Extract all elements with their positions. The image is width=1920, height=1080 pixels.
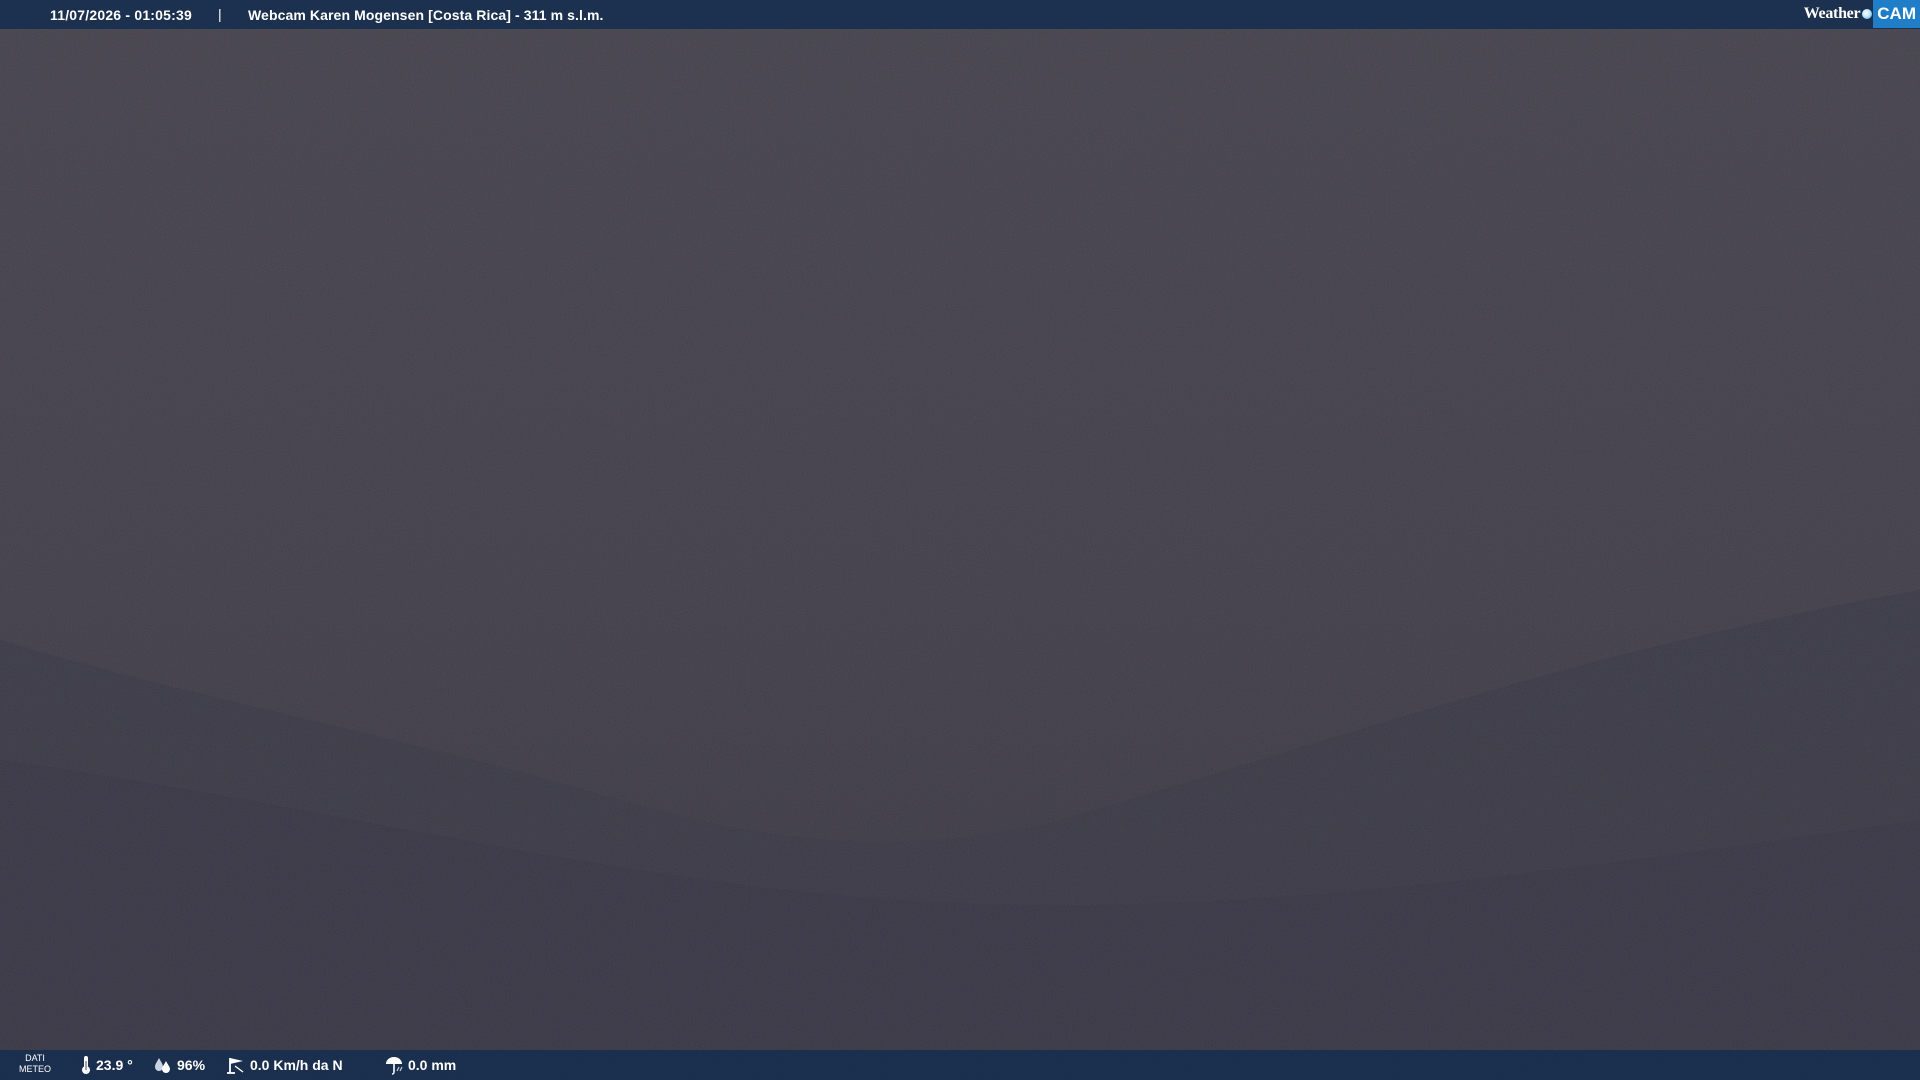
logo-weather-text: Weather bbox=[1803, 5, 1861, 22]
thermometer-icon bbox=[82, 1056, 90, 1074]
rain-value: 0.0 mm bbox=[408, 1057, 457, 1073]
temperature-value: 23.9 ° bbox=[96, 1057, 133, 1073]
rain-gauge-icon bbox=[386, 1057, 403, 1075]
wind-reading: 0.0 Km/h da N bbox=[226, 1050, 343, 1080]
meteo-line: METEO bbox=[18, 1064, 51, 1074]
weather-data-bar: DATI METEO 23.9 ° 96% 0.0 Km/h da N 0.0 … bbox=[0, 1050, 1920, 1080]
temperature-reading: 23.9 ° bbox=[80, 1050, 133, 1080]
logo-cam-text: CAM bbox=[1873, 0, 1920, 28]
wind-vane-icon bbox=[227, 1058, 244, 1074]
dati-meteo-label: DATI METEO bbox=[18, 1053, 52, 1075]
webcam-image bbox=[0, 0, 1920, 1080]
datetime-label: 11/07/2026 - 01:05:39 bbox=[50, 7, 192, 23]
weathercam-logo[interactable]: Weather CAM bbox=[1804, 0, 1920, 28]
dati-line: DATI bbox=[25, 1053, 45, 1063]
webcam-viewer: 11/07/2026 - 01:05:39 | Webcam Karen Mog… bbox=[0, 0, 1920, 1080]
header-separator: | bbox=[218, 6, 222, 22]
logo-globe-icon bbox=[1862, 9, 1873, 19]
humidity-drops-icon bbox=[155, 1058, 170, 1073]
rain-reading: 0.0 mm bbox=[384, 1050, 456, 1080]
humidity-reading: 96% bbox=[153, 1050, 205, 1080]
humidity-value: 96% bbox=[177, 1057, 206, 1073]
webcam-title: Webcam Karen Mogensen [Costa Rica] - 311… bbox=[248, 7, 604, 23]
wind-value: 0.0 Km/h da N bbox=[250, 1057, 343, 1073]
top-info-bar: 11/07/2026 - 01:05:39 | Webcam Karen Mog… bbox=[0, 0, 1920, 29]
